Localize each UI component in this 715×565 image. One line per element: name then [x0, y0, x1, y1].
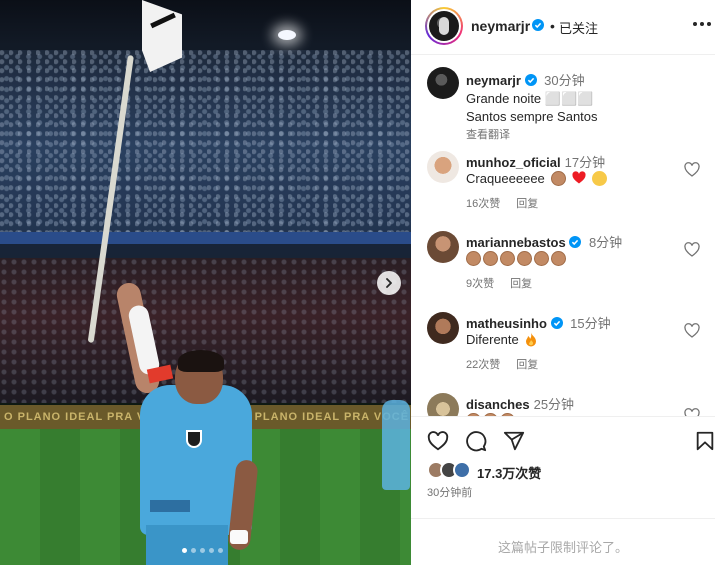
caption-line-2: Santos sempre Santos: [466, 109, 598, 124]
comments-restricted-notice: 这篇帖子限制评论了。: [497, 540, 628, 555]
paper-plane-icon: [503, 431, 525, 451]
caption-author[interactable]: neymarjr 30分钟: [466, 70, 585, 89]
player-shorts: [146, 525, 228, 565]
follow-status-button[interactable]: 已关注: [559, 18, 598, 37]
avatar[interactable]: [427, 151, 459, 183]
carousel-dot: [218, 548, 223, 553]
speech-bubble-icon: [466, 431, 487, 452]
fire-emoji-icon: [526, 332, 537, 347]
comment-author[interactable]: munhoz_oficial 17分钟: [466, 152, 605, 171]
share-button[interactable]: [503, 430, 525, 452]
author-avatar[interactable]: [425, 7, 463, 45]
avatar[interactable]: [427, 312, 459, 344]
reply-button[interactable]: 回复: [516, 198, 538, 210]
clap-emoji-icon: [551, 171, 567, 186]
comment-time: 25分钟: [533, 397, 575, 412]
avatar[interactable]: [427, 393, 459, 416]
caption-line-1: Grande noite ⬜⬜⬜: [466, 91, 594, 106]
stadium-crowd-upper: [0, 50, 411, 240]
stadium-banner: [0, 232, 411, 244]
heart-outline-icon: [427, 431, 449, 451]
header-separator: •: [550, 18, 555, 34]
clap-emoji-icon: [466, 251, 481, 266]
verified-badge-icon: [532, 19, 544, 31]
comment-likes[interactable]: 16次赞: [466, 198, 500, 210]
comment-likes[interactable]: 9次赞: [466, 278, 494, 290]
comment-text: Diferente: [466, 331, 537, 348]
carousel-dot: [200, 548, 205, 553]
clap-emoji-icon: [534, 251, 549, 266]
post-header: neymarjr • 已关注: [411, 0, 715, 55]
carousel-dot: [182, 548, 187, 553]
avatar: [453, 461, 471, 479]
carousel-dot: [191, 548, 196, 553]
stadium-floodlight: [278, 30, 296, 40]
comment-meta: 22次赞 回复: [466, 356, 538, 372]
clap-emoji-icon: [483, 251, 498, 266]
avatar[interactable]: [427, 231, 459, 263]
comment-author[interactable]: matheusinho 15分钟: [466, 313, 611, 332]
action-bar: [411, 418, 715, 462]
comment-heart-icon[interactable]: [684, 162, 700, 178]
reply-button[interactable]: 回复: [516, 359, 538, 371]
comment-heart-icon[interactable]: [684, 408, 700, 416]
jersey-sponsor: [150, 500, 190, 512]
red-heart-emoji-icon: [572, 171, 586, 184]
liked-by-avatars[interactable]: [427, 461, 477, 481]
more-options-button[interactable]: [693, 22, 711, 28]
verified-badge-icon: [524, 74, 537, 86]
comment-meta: 9次赞 回复: [466, 275, 532, 291]
ellipsis-icon: [693, 22, 697, 26]
star-eyes-emoji-icon: [591, 171, 607, 186]
comment-time: 8分钟: [588, 235, 623, 250]
comment-heart-icon[interactable]: [684, 323, 700, 339]
comment-author[interactable]: disanches 25分钟: [466, 394, 574, 413]
post-photo[interactable]: O PLANO IDEAL PRA VOCÊ RESOLAR O PLANO I…: [0, 0, 411, 565]
chevron-right-icon: [386, 278, 392, 288]
post-timestamp[interactable]: 30分钟前: [427, 484, 472, 500]
carousel-dot: [209, 548, 214, 553]
comment-meta: 16次赞 回复: [466, 195, 538, 211]
verified-badge-icon: [569, 236, 582, 248]
player-wristband: [230, 530, 248, 544]
bookmark-icon: [696, 431, 714, 451]
comment-text: Craqueeeeee: [466, 170, 607, 187]
avatar[interactable]: [427, 67, 459, 99]
divider: [411, 518, 715, 519]
verified-badge-icon: [550, 317, 563, 329]
comment-time: 15分钟: [570, 316, 611, 331]
comment-author[interactable]: mariannebastos 8分钟: [466, 232, 622, 251]
carousel-dots: [182, 548, 223, 553]
caption-time: 30分钟: [544, 73, 585, 88]
likes-count[interactable]: 17.3万次赞: [477, 463, 541, 482]
comment-likes[interactable]: 22次赞: [466, 359, 500, 371]
comment-time: 17分钟: [564, 155, 606, 170]
author-username[interactable]: neymarjr: [471, 18, 530, 34]
background-player: [382, 400, 410, 490]
comment-text: [466, 250, 568, 267]
player-hair: [178, 350, 224, 372]
save-button[interactable]: [694, 430, 714, 452]
club-crest: [186, 430, 202, 448]
post-side-panel: neymarjr • 已关注 neymarjr 30分钟 Grande noit…: [411, 0, 715, 565]
carousel-next-button[interactable]: [377, 271, 401, 295]
reply-button[interactable]: 回复: [510, 278, 532, 290]
clap-emoji-icon: [500, 251, 515, 266]
clap-emoji-icon: [517, 251, 532, 266]
comment-list[interactable]: neymarjr 30分钟 Grande noite ⬜⬜⬜ Santos se…: [411, 56, 715, 416]
divider: [411, 416, 715, 417]
comment-button[interactable]: [465, 430, 487, 452]
translate-link[interactable]: 查看翻译: [466, 126, 510, 142]
comment-heart-icon[interactable]: [684, 242, 700, 258]
clap-emoji-icon: [551, 251, 566, 266]
like-button[interactable]: [427, 430, 449, 452]
